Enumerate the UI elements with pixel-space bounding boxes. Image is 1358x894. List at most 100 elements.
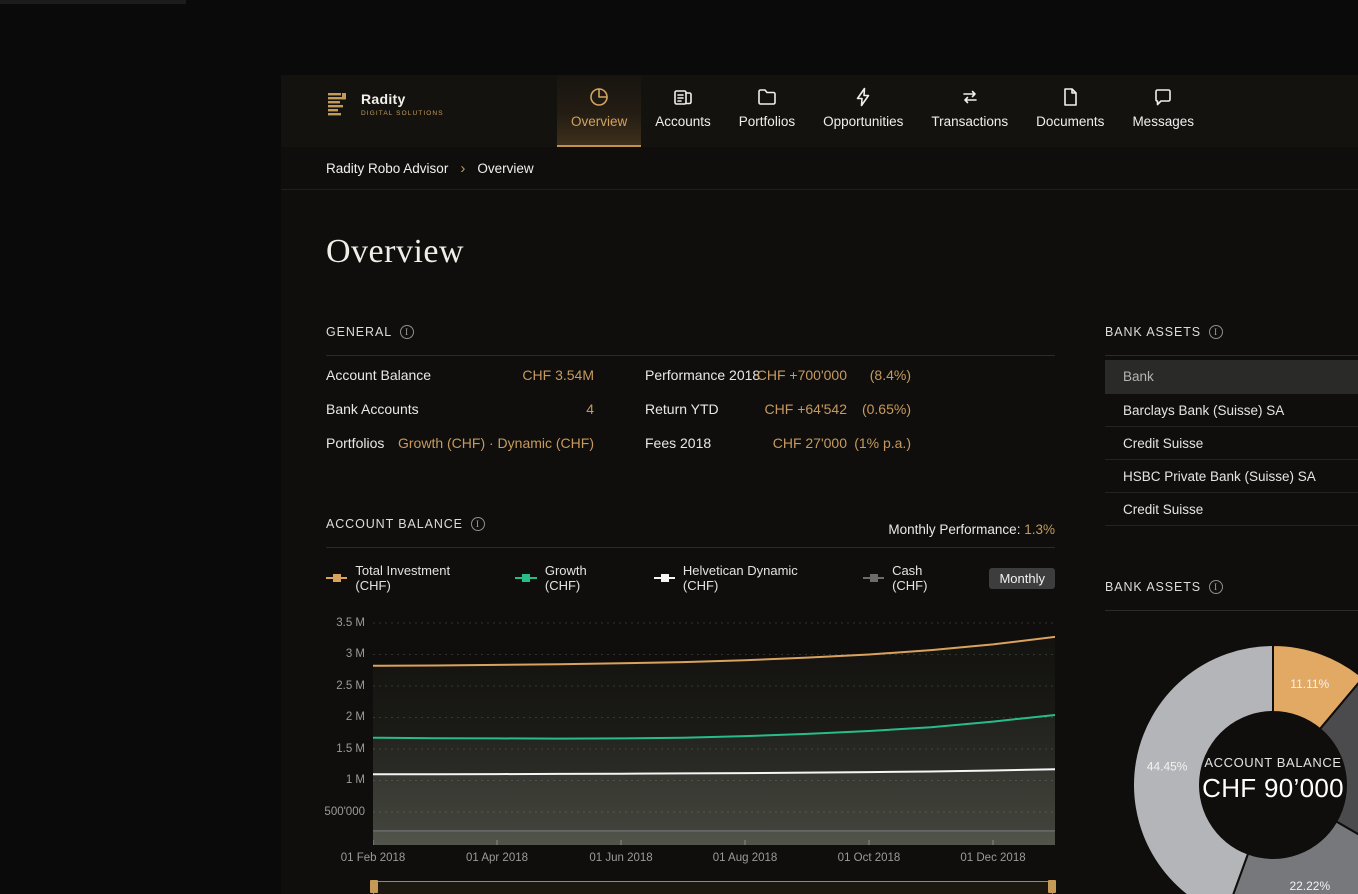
y-axis-tick: 2.5 M (305, 679, 365, 693)
tab-portfolios[interactable]: Portfolios (725, 75, 809, 147)
lightning-icon (853, 87, 873, 107)
bank-assets-section-heading: BANK ASSETS i (1105, 325, 1223, 339)
general-percent: (8.4%) (847, 367, 911, 383)
folder-icon (757, 87, 777, 107)
breadcrumb: Radity Robo Advisor › Overview (281, 147, 1358, 190)
tab-label: Documents (1036, 114, 1104, 129)
cash-icon (673, 87, 693, 107)
legend-marker (654, 577, 675, 579)
radity-logo-icon (326, 91, 352, 117)
y-axis-tick: 3 M (305, 647, 365, 661)
donut-center-label: ACCOUNT BALANCE (1173, 755, 1358, 770)
tab-opportunities[interactable]: Opportunities (809, 75, 917, 147)
general-value: CHF +700'000 (687, 367, 847, 383)
chart-legend: Total Investment (CHF) Growth (CHF) Helv… (326, 565, 1055, 591)
brand-tagline: DIGITAL SOLUTIONS (361, 110, 444, 117)
bank-column-header: Bank (1105, 360, 1358, 394)
monthly-performance-value: 1.3% (1024, 522, 1055, 537)
legend-marker (326, 577, 347, 579)
general-section-heading: GENERAL i (326, 325, 414, 339)
tab-messages[interactable]: Messages (1118, 75, 1208, 147)
brand-logo[interactable]: Radity DIGITAL SOLUTIONS (326, 91, 444, 117)
tab-transactions[interactable]: Transactions (917, 75, 1022, 147)
chevron-right-icon: › (460, 161, 465, 176)
tab-overview[interactable]: Overview (557, 75, 641, 147)
navigator-right-handle[interactable] (1048, 880, 1056, 893)
tab-accounts[interactable]: Accounts (641, 75, 725, 147)
bank-row[interactable]: Credit Suisse (1105, 427, 1358, 460)
y-axis-tick: 500'000 (305, 805, 365, 819)
x-axis-tick: 01 Feb 2018 (328, 851, 418, 865)
bank-row[interactable]: Barclays Bank (Suisse) SA (1105, 394, 1358, 427)
general-value: Growth (CHF) · Dynamic (CHF) (386, 435, 594, 451)
x-axis-tick: 01 Dec 2018 (948, 851, 1038, 865)
legend-item-growth[interactable]: Growth (CHF) (515, 563, 623, 593)
bank-assets-chart-divider (1105, 610, 1358, 611)
legend-marker (863, 577, 884, 579)
tab-documents[interactable]: Documents (1022, 75, 1118, 147)
account-balance-divider (326, 547, 1055, 548)
general-percent: (1% p.a.) (847, 435, 911, 451)
info-icon[interactable]: i (1209, 325, 1223, 339)
monthly-performance: Monthly Performance: 1.3% (326, 522, 1055, 537)
breadcrumb-root[interactable]: Radity Robo Advisor (326, 161, 448, 176)
general-label: Bank Accounts (326, 401, 419, 417)
tab-label: Accounts (655, 114, 711, 129)
nav-tabs: Overview Accounts Portfolios Opportuniti… (557, 75, 1208, 147)
monthly-performance-label: Monthly Performance: (888, 522, 1020, 537)
transfer-arrows-icon (960, 87, 980, 107)
tab-label: Messages (1132, 114, 1194, 129)
legend-marker (515, 577, 536, 579)
tab-label: Portfolios (739, 114, 795, 129)
chart-range-navigator[interactable] (373, 881, 1053, 894)
page-title: Overview (326, 233, 464, 271)
info-icon[interactable]: i (1209, 580, 1223, 594)
general-value: CHF 3.54M (426, 367, 594, 383)
general-divider (326, 355, 1055, 356)
tab-label: Overview (571, 114, 627, 129)
y-axis-tick: 2 M (305, 710, 365, 724)
legend-item-total-investment[interactable]: Total Investment (CHF) (326, 563, 485, 593)
legend-label: Growth (CHF) (545, 563, 624, 593)
legend-item-cash[interactable]: Cash (CHF) (863, 563, 960, 593)
bank-row[interactable]: Credit Suisse (1105, 493, 1358, 526)
donut-center-value: CHF 90’000 (1173, 773, 1358, 804)
legend-label: Cash (CHF) (892, 563, 959, 593)
message-bubble-icon (1153, 87, 1173, 107)
svg-text:11.11%: 11.11% (1290, 677, 1329, 691)
x-axis-tick: 01 Oct 2018 (824, 851, 914, 865)
y-axis-tick: 1 M (305, 773, 365, 787)
general-percent: (0.65%) (847, 401, 911, 417)
donut-center-text: ACCOUNT BALANCE CHF 90’000 (1173, 755, 1358, 804)
info-icon[interactable]: i (400, 325, 414, 339)
x-axis-tick: 01 Jun 2018 (576, 851, 666, 865)
legend-item-helvetican-dynamic[interactable]: Helvetican Dynamic (CHF) (654, 563, 833, 593)
bank-assets-divider (1105, 355, 1358, 356)
tab-label: Opportunities (823, 114, 903, 129)
general-heading-label: GENERAL (326, 325, 392, 339)
bank-assets-chart-heading-label: BANK ASSETS (1105, 580, 1201, 594)
general-label: Account Balance (326, 367, 431, 383)
general-value: CHF +64'542 (687, 401, 847, 417)
y-axis-tick: 1.5 M (305, 742, 365, 756)
tab-label: Transactions (931, 114, 1008, 129)
y-axis-tick: 3.5 M (305, 616, 365, 630)
bank-assets-heading-label: BANK ASSETS (1105, 325, 1201, 339)
app-window: Radity DIGITAL SOLUTIONS Overview Accoun… (281, 75, 1358, 894)
breadcrumb-current: Overview (477, 161, 533, 176)
brand-name: Radity (361, 91, 444, 107)
general-value: CHF 27'000 (687, 435, 847, 451)
bank-row[interactable]: HSBC Private Bank (Suisse) SA (1105, 460, 1358, 493)
top-left-strip (0, 0, 186, 4)
document-icon (1060, 87, 1080, 107)
svg-text:22.22%: 22.22% (1289, 879, 1330, 893)
pie-chart-icon (589, 87, 609, 107)
general-label: Portfolios (326, 435, 384, 451)
legend-label: Total Investment (CHF) (355, 563, 485, 593)
top-nav: Radity DIGITAL SOLUTIONS Overview Accoun… (281, 75, 1358, 147)
general-value: 4 (426, 401, 594, 417)
account-balance-line-chart[interactable] (373, 615, 1055, 845)
navigator-left-handle[interactable] (370, 880, 378, 893)
screen: { "brand": { "name": "Radity", "tagline"… (0, 0, 1358, 894)
monthly-range-button[interactable]: Monthly (989, 568, 1055, 589)
